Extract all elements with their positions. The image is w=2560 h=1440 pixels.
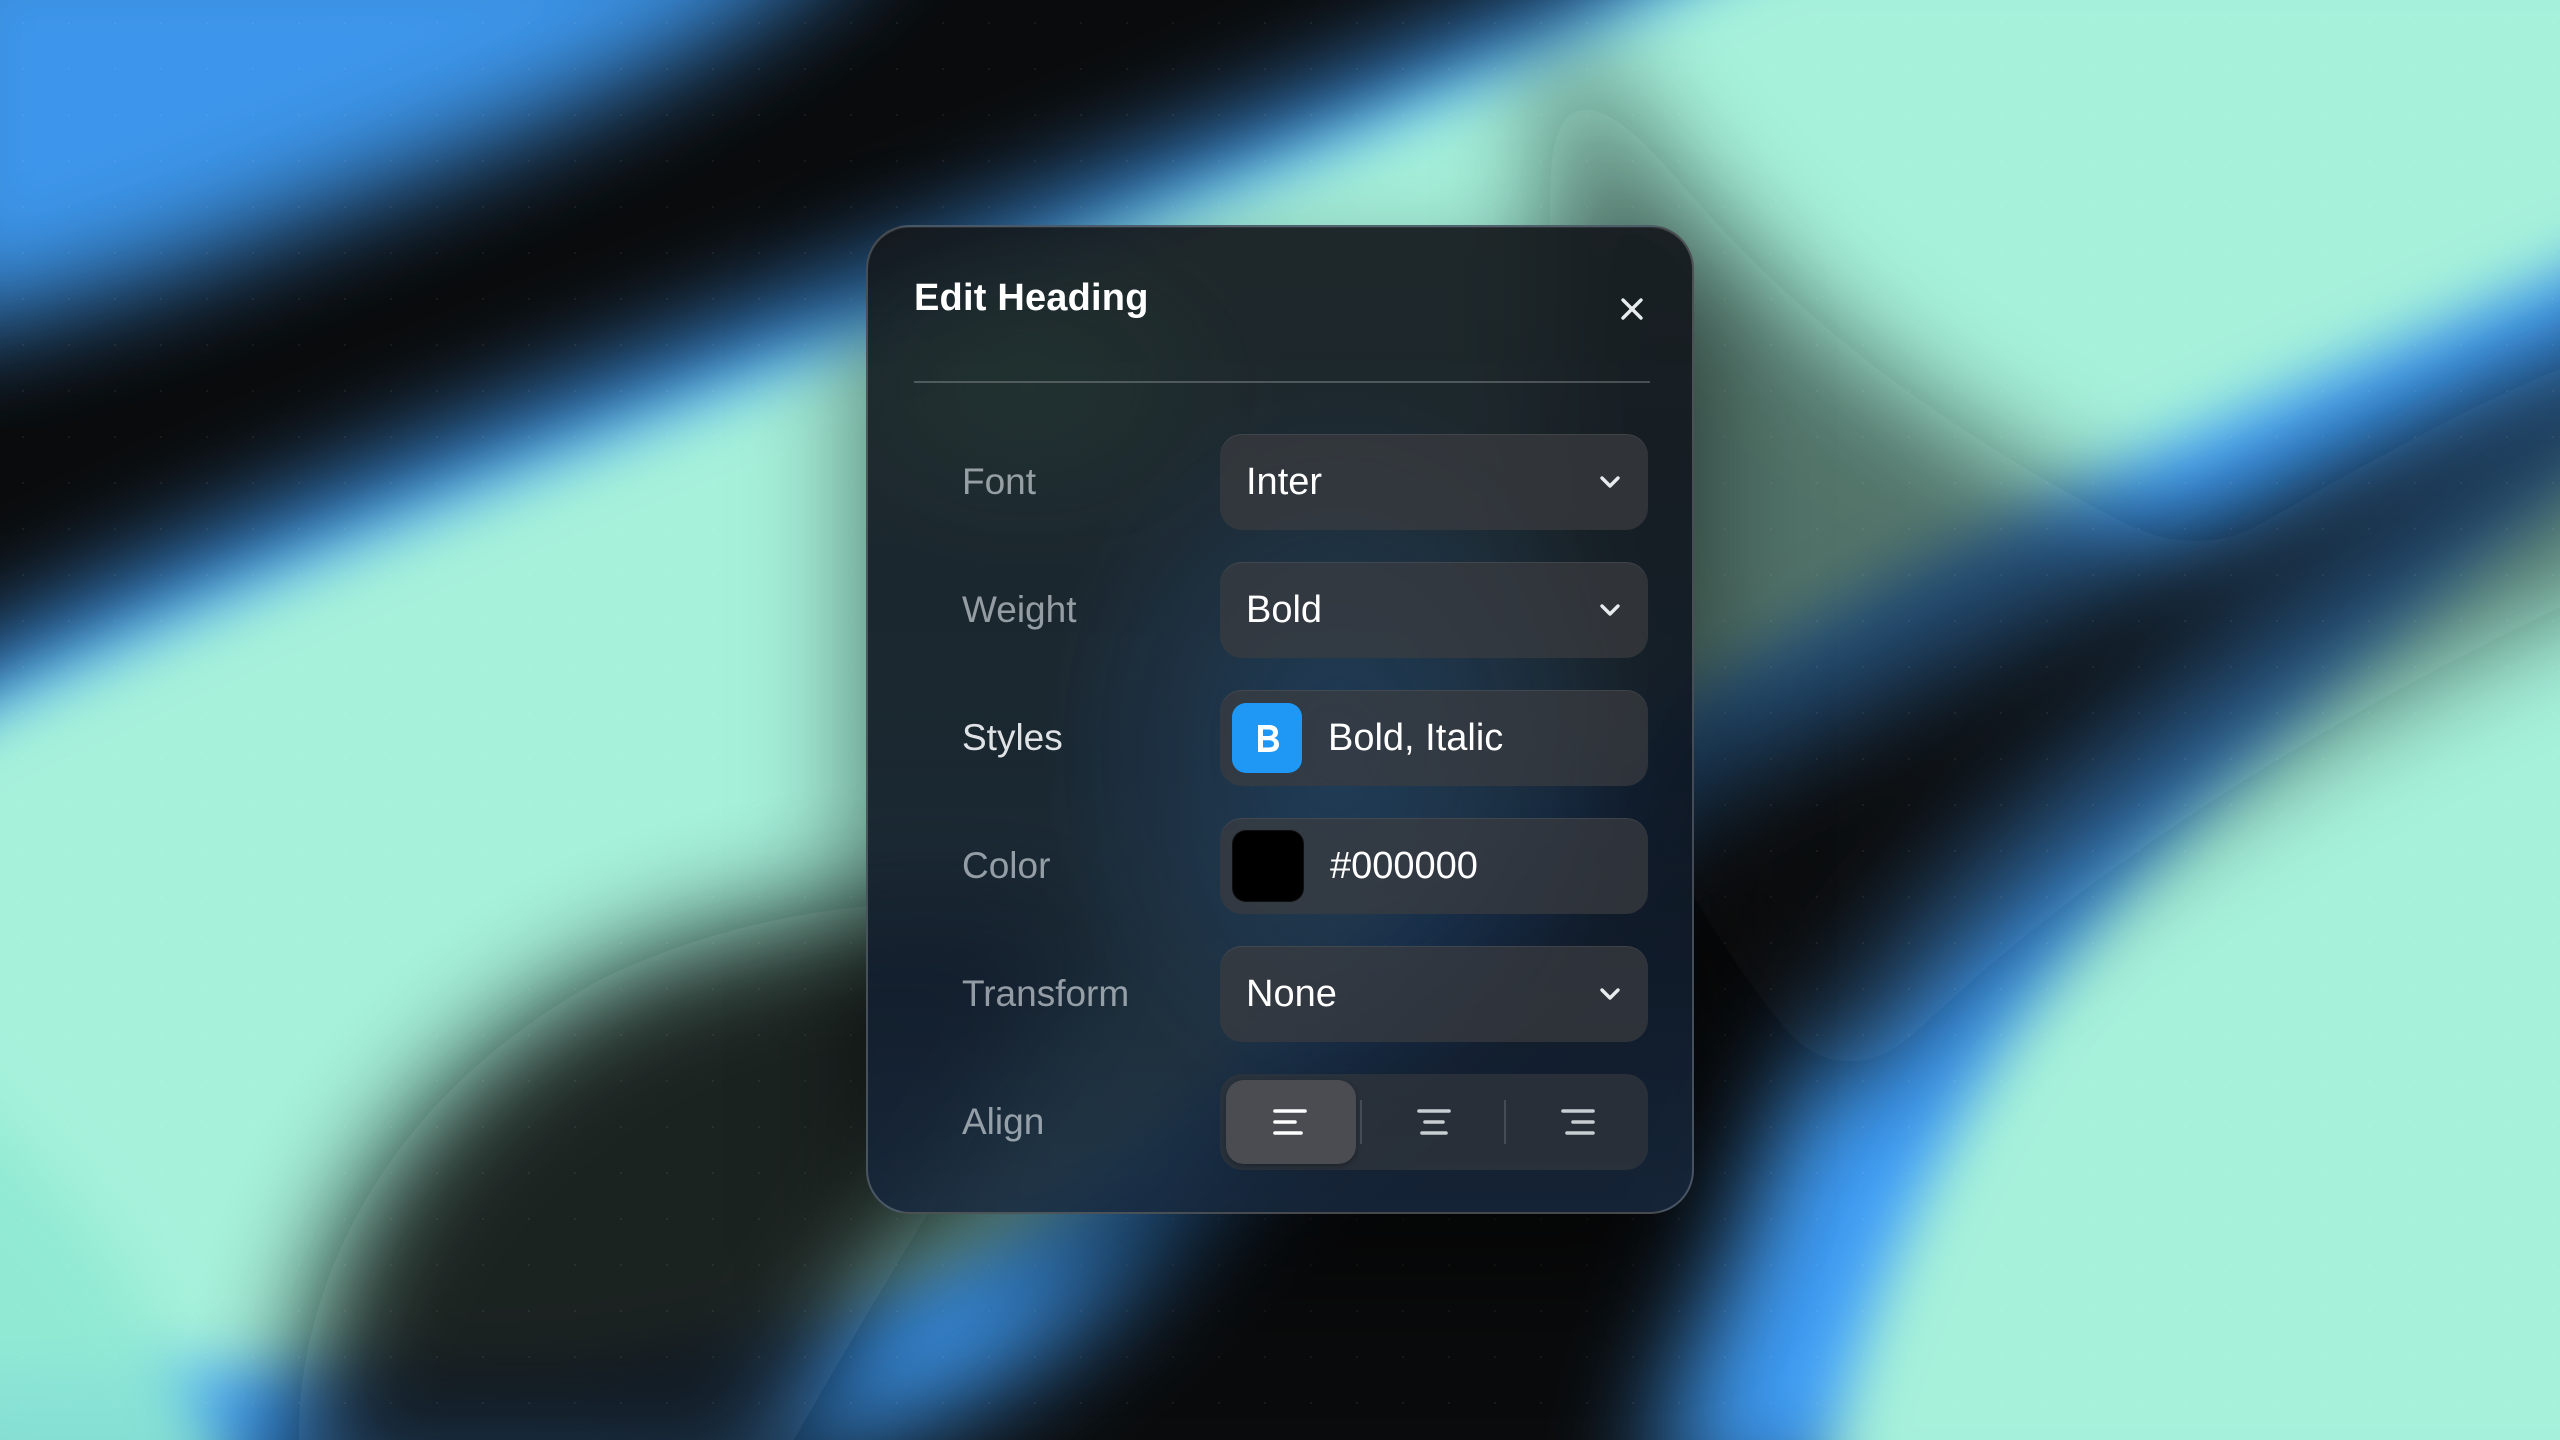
weight-value: Bold (1246, 588, 1323, 631)
color-row: Color #000000 (868, 818, 1692, 914)
font-select[interactable]: Inter (1220, 434, 1648, 530)
transform-value: None (1246, 972, 1337, 1015)
header-divider (914, 381, 1650, 383)
dialog-title: Edit Heading (914, 277, 1149, 319)
styles-label: Styles (962, 717, 1063, 758)
align-separator (1360, 1100, 1362, 1144)
bold-chip (1232, 703, 1302, 773)
desktop-background: Edit Heading Font Inter Weight Bold Styl… (0, 0, 2560, 1440)
weight-label: Weight (962, 589, 1077, 630)
align-center-button[interactable] (1369, 1080, 1499, 1164)
font-value: Inter (1246, 460, 1323, 503)
align-label: Align (962, 1101, 1045, 1142)
color-swatch[interactable] (1232, 830, 1304, 902)
align-left-button[interactable] (1226, 1080, 1356, 1164)
align-left-icon (1273, 1109, 1307, 1135)
styles-picker[interactable]: Bold, Italic (1220, 690, 1648, 786)
weight-row: Weight Bold (868, 562, 1692, 658)
color-field[interactable]: #000000 (1220, 818, 1648, 914)
chevron-down-icon (1600, 988, 1620, 1000)
color-label: Color (962, 845, 1051, 886)
chevron-down-icon (1600, 476, 1620, 488)
font-row: Font Inter (868, 434, 1692, 530)
styles-value: Bold, Italic (1328, 716, 1504, 759)
close-button[interactable] (1608, 285, 1656, 333)
align-row: Align (868, 1074, 1692, 1170)
align-center-icon (1417, 1109, 1451, 1135)
bold-icon (1258, 725, 1279, 752)
transform-row: Transform None (868, 946, 1692, 1042)
align-right-button[interactable] (1512, 1080, 1642, 1164)
font-label: Font (962, 461, 1037, 502)
edit-heading-dialog: Edit Heading Font Inter Weight Bold Styl… (866, 225, 1694, 1214)
weight-select[interactable]: Bold (1220, 562, 1648, 658)
transform-select[interactable]: None (1220, 946, 1648, 1042)
transform-label: Transform (962, 973, 1130, 1014)
styles-row: Styles Bold, Italic (868, 690, 1692, 786)
align-right-icon (1561, 1109, 1595, 1135)
align-segmented-control (1220, 1074, 1648, 1170)
align-separator (1504, 1100, 1506, 1144)
color-value: #000000 (1330, 844, 1478, 887)
chevron-down-icon (1600, 604, 1620, 616)
close-icon (1621, 298, 1643, 320)
